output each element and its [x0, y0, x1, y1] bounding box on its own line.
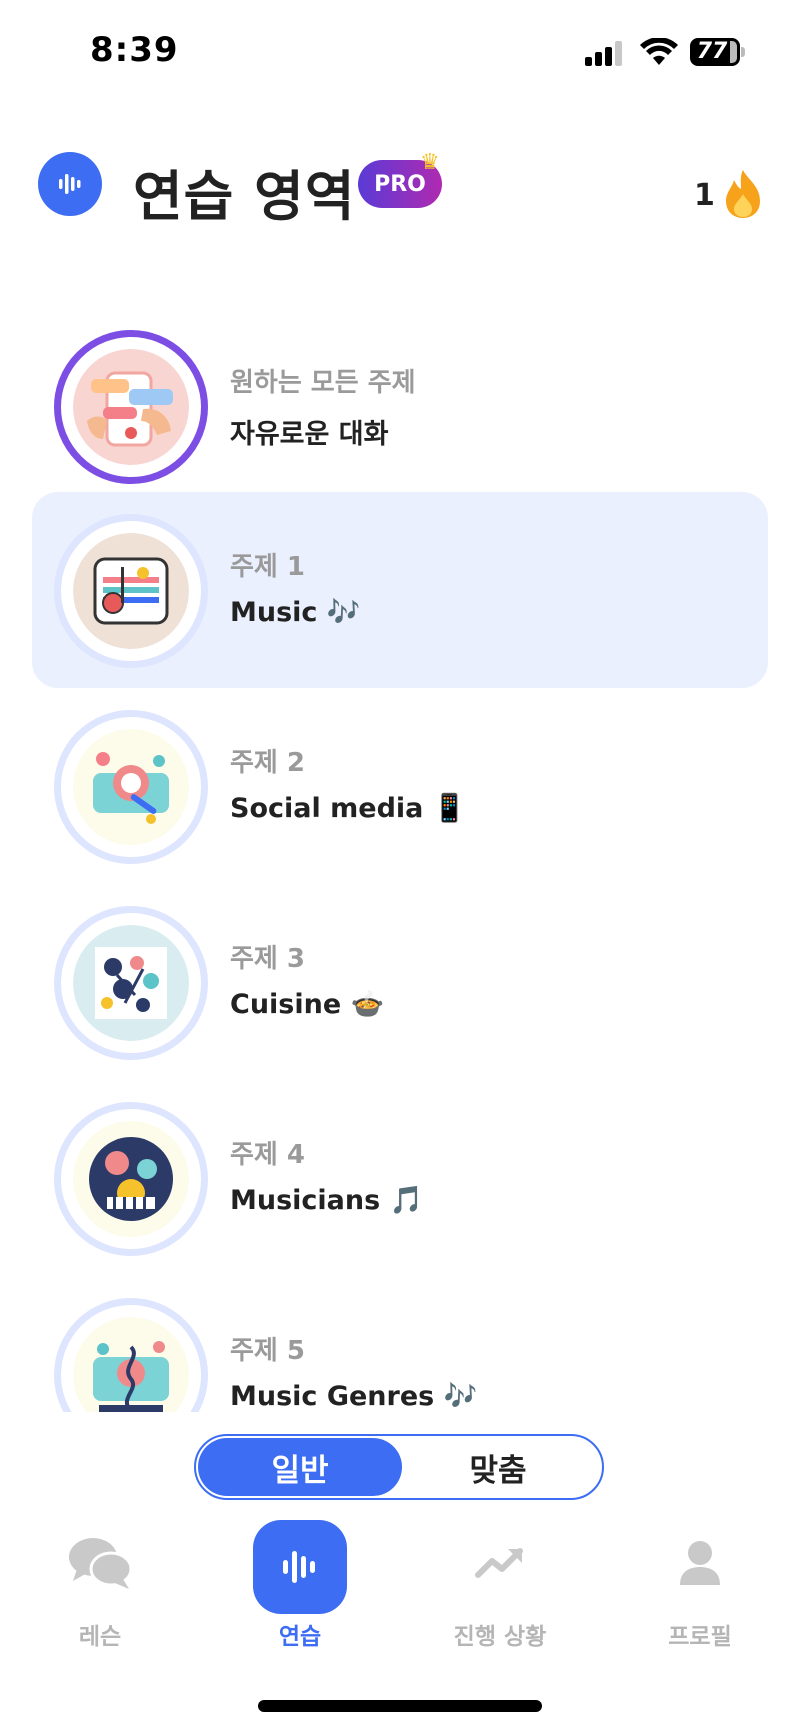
- nav-item-profile[interactable]: 프로필: [600, 1515, 800, 1665]
- header: 연습 영역 PRO ♛ 1: [0, 140, 800, 240]
- person-icon: [664, 1531, 736, 1595]
- crown-icon: ♛: [420, 150, 440, 175]
- topic-subtitle: 주제 5: [230, 1336, 305, 1366]
- topic-name: 자유로운 대화: [230, 419, 389, 450]
- nav-label-progress: 진행 상황: [453, 1624, 547, 1650]
- nav-label-profile: 프로필: [668, 1624, 732, 1650]
- cuisine-illustration-icon: [73, 925, 189, 1041]
- topic-subtitle: 주제 3: [230, 944, 305, 974]
- topic-name: Music Genres 🎶: [230, 1381, 478, 1412]
- home-indicator[interactable]: [258, 1700, 542, 1712]
- topic-subtitle: 주제 1: [230, 552, 305, 582]
- bottom-nav: 레슨 연습 진행 상황 프로필: [0, 1515, 800, 1665]
- chat-phone-illustration-icon: [73, 349, 189, 465]
- topic-row-musicians[interactable]: 주제 4 Musicians 🎵: [32, 1080, 768, 1276]
- segment-general-button[interactable]: 일반: [198, 1438, 402, 1496]
- topic-thumbnail: [54, 906, 208, 1060]
- segment-custom-button[interactable]: 맞춤: [396, 1438, 600, 1496]
- app-logo-icon: [38, 152, 102, 216]
- topic-thumbnail: [54, 1102, 208, 1256]
- nav-item-progress[interactable]: 진행 상황: [400, 1515, 600, 1665]
- topic-thumbnail: [54, 1298, 208, 1412]
- nav-label-practice: 연습: [278, 1624, 322, 1650]
- topic-name: Musicians 🎵: [230, 1185, 424, 1216]
- topic-subtitle: 주제 2: [230, 748, 305, 778]
- topic-thumbnail: [54, 710, 208, 864]
- chat-bubbles-icon: [64, 1531, 136, 1595]
- mode-segmented-control: 일반 맞춤: [194, 1434, 604, 1500]
- soundwave-icon: [253, 1520, 347, 1614]
- page-title: 연습 영역: [133, 165, 356, 228]
- streak-count: 1: [694, 178, 715, 213]
- topic-name: Cuisine 🍲: [230, 989, 385, 1020]
- topic-thumbnail: [54, 514, 208, 668]
- topic-row-free-talk[interactable]: 원하는 모든 주제 자유로운 대화: [32, 308, 768, 504]
- status-bar: 8:39 77: [0, 0, 800, 100]
- topic-thumbnail: [54, 330, 208, 484]
- topic-row-social-media[interactable]: 주제 2 Social media 📱: [32, 688, 768, 884]
- wifi-icon: [640, 38, 678, 65]
- battery-level: 77: [696, 39, 728, 64]
- music-illustration-icon: [73, 533, 189, 649]
- topic-name: Music 🎶: [230, 597, 361, 628]
- nav-item-practice[interactable]: 연습: [200, 1515, 400, 1665]
- fire-icon[interactable]: [722, 168, 764, 220]
- nav-label-lessons: 레슨: [78, 1624, 122, 1650]
- topic-name: Social media 📱: [230, 793, 467, 824]
- cellular-signal-icon: [585, 40, 625, 66]
- topic-row-music[interactable]: 주제 1 Music 🎶: [32, 492, 768, 688]
- topic-subtitle: 원하는 모든 주제: [230, 368, 416, 398]
- trending-up-icon: [464, 1531, 536, 1595]
- topic-row-music-genres[interactable]: 주제 5 Music Genres 🎶: [32, 1276, 768, 1412]
- music-genres-illustration-icon: [73, 1317, 189, 1412]
- musicians-illustration-icon: [73, 1121, 189, 1237]
- topic-subtitle: 주제 4: [230, 1140, 305, 1170]
- topic-row-cuisine[interactable]: 주제 3 Cuisine 🍲: [32, 884, 768, 1080]
- topic-list: 원하는 모든 주제 자유로운 대화 주제 1 Music 🎶 주제 2 Soci…: [0, 300, 800, 1412]
- social-media-illustration-icon: [73, 729, 189, 845]
- battery-icon: 77: [690, 38, 746, 66]
- status-time: 8:39: [90, 30, 179, 70]
- nav-item-lessons[interactable]: 레슨: [0, 1515, 200, 1665]
